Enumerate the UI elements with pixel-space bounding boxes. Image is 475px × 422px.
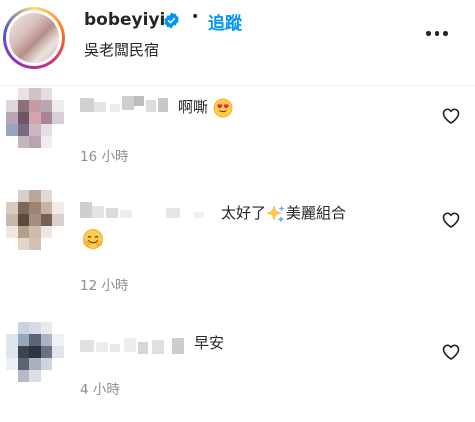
comment-text: 太好了 美麗組合 xyxy=(221,202,346,224)
comment-body: 早安 xyxy=(194,334,225,352)
location-text[interactable]: 吳老闆民宿 xyxy=(84,39,159,60)
commenter-avatar[interactable] xyxy=(6,88,64,148)
commenter-username[interactable] xyxy=(80,94,172,116)
comment-body: 啊嘶 xyxy=(178,98,209,116)
comment-timestamp[interactable]: 16 小時 xyxy=(80,145,128,165)
heart-icon[interactable] xyxy=(441,342,461,362)
comment-timestamp[interactable]: 12 小時 xyxy=(80,274,128,294)
avatar-image xyxy=(9,13,59,63)
comment-text: 啊嘶 xyxy=(178,96,233,118)
commenter-username[interactable] xyxy=(80,198,214,220)
username-link[interactable]: bobeyiyi xyxy=(84,10,165,30)
commenter-avatar[interactable] xyxy=(6,190,64,250)
follow-button[interactable]: 追蹤 xyxy=(208,9,242,34)
comment-item: 太好了 美麗組合 12 小時 xyxy=(0,190,475,300)
heart-eyes-emoji xyxy=(213,98,233,117)
post-header: bobeyiyi • 追蹤 吳老闆民宿 xyxy=(0,0,475,70)
comment-body: 太好了 xyxy=(221,204,267,222)
commenter-username[interactable] xyxy=(80,334,188,356)
separator-dot: • xyxy=(191,9,200,25)
more-options-icon[interactable] xyxy=(426,22,448,44)
heart-icon[interactable] xyxy=(441,210,461,230)
comment-text: 早安 xyxy=(194,332,224,353)
smiling-face-emoji xyxy=(83,229,103,249)
commenter-avatar[interactable] xyxy=(6,322,64,382)
comment-item: 早安 4 小時 xyxy=(0,320,475,405)
avatar-frame xyxy=(6,10,62,66)
comment-body-continued: 美麗組合 xyxy=(286,204,347,222)
comment-timestamp[interactable]: 4 小時 xyxy=(80,378,120,398)
header-divider xyxy=(0,85,475,86)
sparkles-emoji xyxy=(266,204,285,223)
profile-avatar[interactable] xyxy=(3,7,65,69)
heart-icon[interactable] xyxy=(441,106,461,126)
verified-badge-icon xyxy=(164,12,179,29)
comment-item: 啊嘶 16 小時 xyxy=(0,88,475,168)
